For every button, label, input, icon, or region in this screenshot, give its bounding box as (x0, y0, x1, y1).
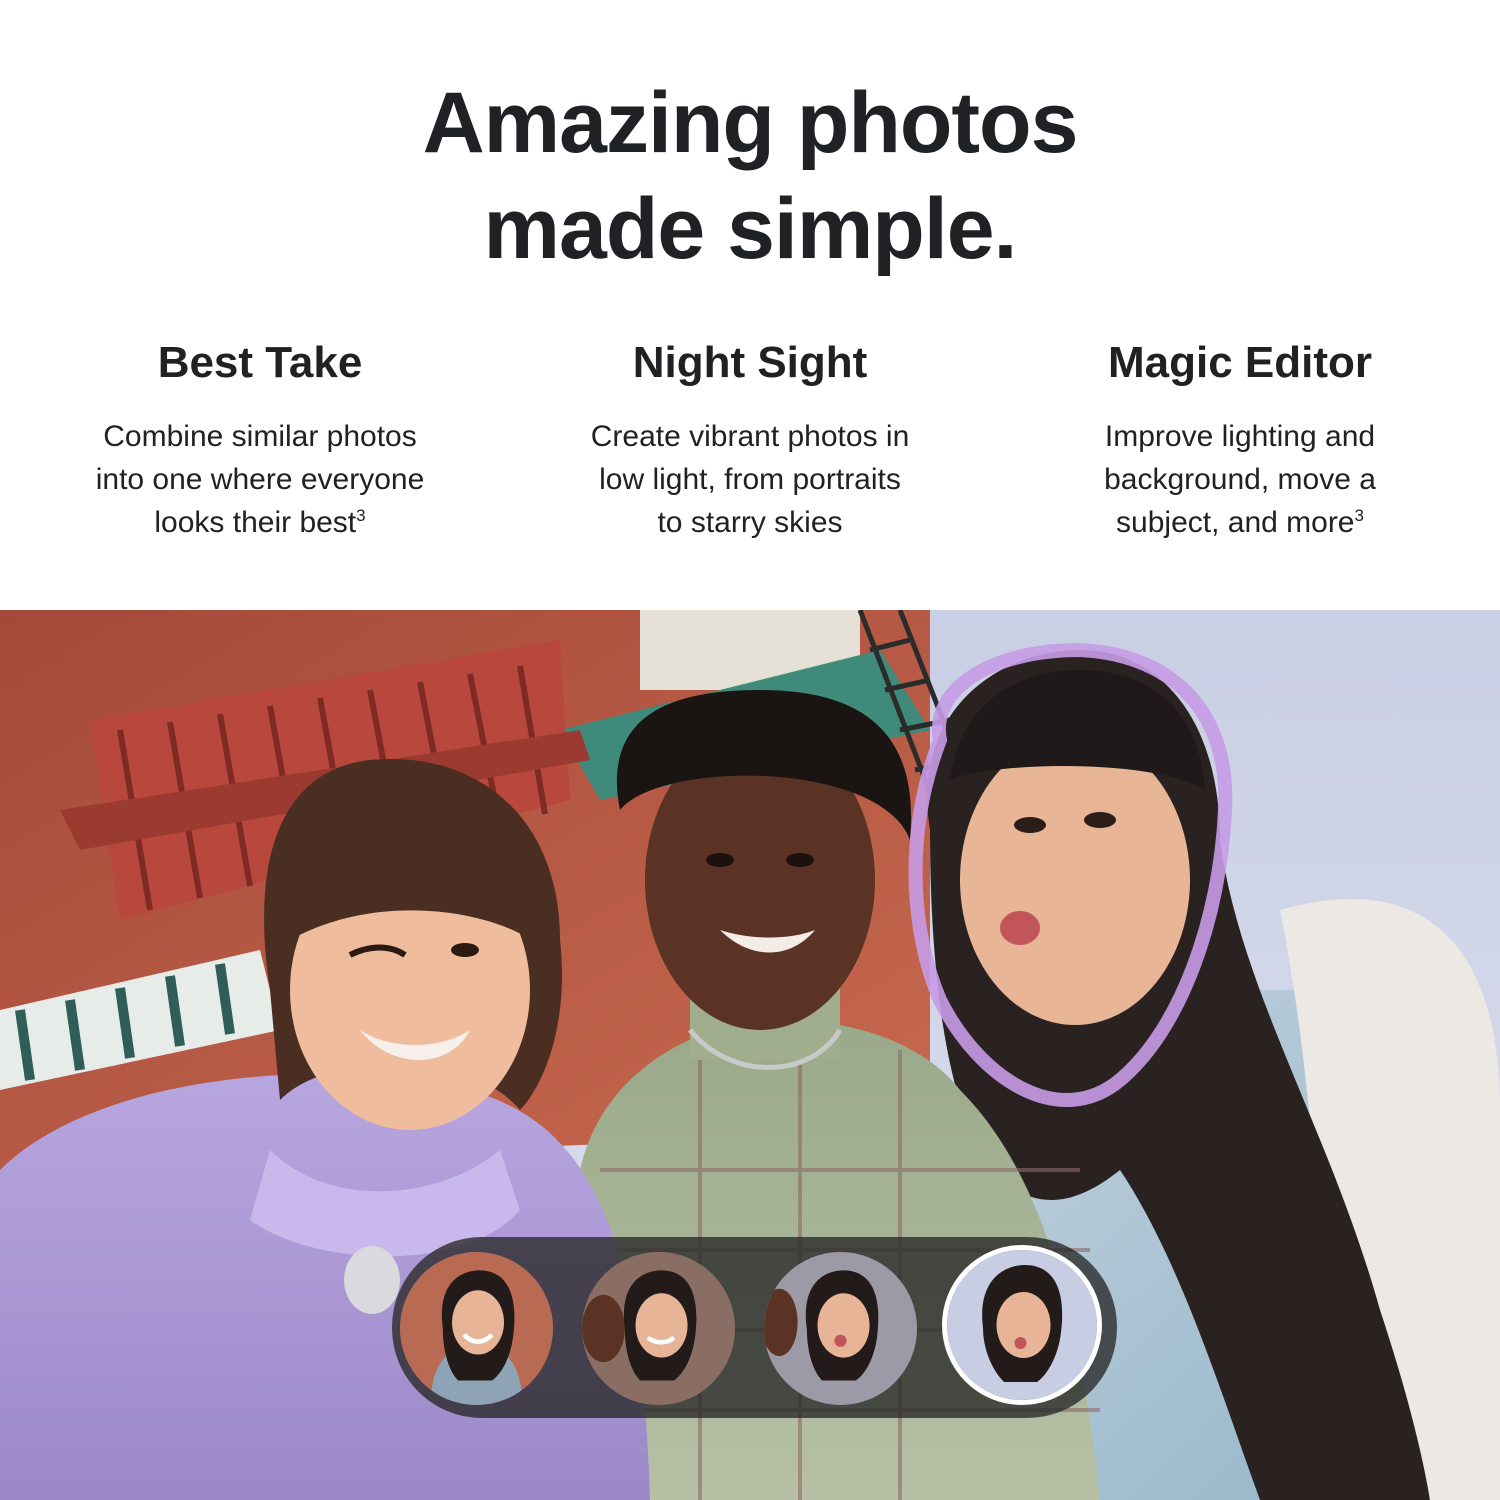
description-line: to starry skies (657, 506, 843, 539)
face-thumbnail-image (764, 1252, 917, 1405)
face-option-thumbnail[interactable] (400, 1252, 553, 1405)
selected-face-thumbnail[interactable] (942, 1245, 1102, 1405)
page-title: Amazing photos made simple. (0, 70, 1500, 282)
description-line: Combine similar photos (103, 420, 417, 453)
description-line: into one where everyone (95, 463, 425, 496)
feature-title: Night Sight (632, 338, 868, 387)
feature-night-sight: Night Sight Create vibrant photos in low… (530, 333, 970, 544)
feature-list: Best Take Combine similar photos into on… (40, 333, 1460, 544)
face-thumbnail-image (400, 1252, 553, 1405)
description-line: looks their best (154, 506, 357, 539)
header-section: Amazing photos made simple. Best Take Co… (0, 0, 1500, 610)
face-thumbnail-image (582, 1252, 735, 1405)
best-take-face-carousel (392, 1237, 1117, 1418)
footnote-marker: 3 (1354, 506, 1364, 525)
description-line: subject, and more (1116, 506, 1355, 539)
feature-description: Combine similar photos into one where ev… (40, 415, 480, 544)
group-selfie-photo (0, 610, 1500, 1500)
face-option-thumbnail[interactable] (764, 1252, 917, 1405)
feature-best-take: Best Take Combine similar photos into on… (40, 333, 480, 544)
headline-line-1: Amazing photos (422, 75, 1079, 171)
description-line: Improve lighting and (1104, 420, 1376, 453)
feature-description: Create vibrant photos in low light, from… (530, 415, 970, 544)
face-option-thumbnail[interactable] (582, 1252, 735, 1405)
feature-description: Improve lighting and background, move a … (1020, 415, 1460, 544)
headline-line-2: made simple. (483, 181, 1018, 277)
description-line: low light, from portraits (599, 463, 901, 496)
description-line: Create vibrant photos in (590, 420, 910, 453)
footnote-marker: 3 (356, 506, 366, 525)
feature-title: Best Take (157, 338, 363, 387)
feature-magic-editor: Magic Editor Improve lighting and backgr… (1020, 333, 1460, 544)
face-thumbnail-image (947, 1250, 1097, 1400)
description-line: background, move a (1104, 463, 1376, 496)
feature-title: Magic Editor (1107, 338, 1373, 387)
